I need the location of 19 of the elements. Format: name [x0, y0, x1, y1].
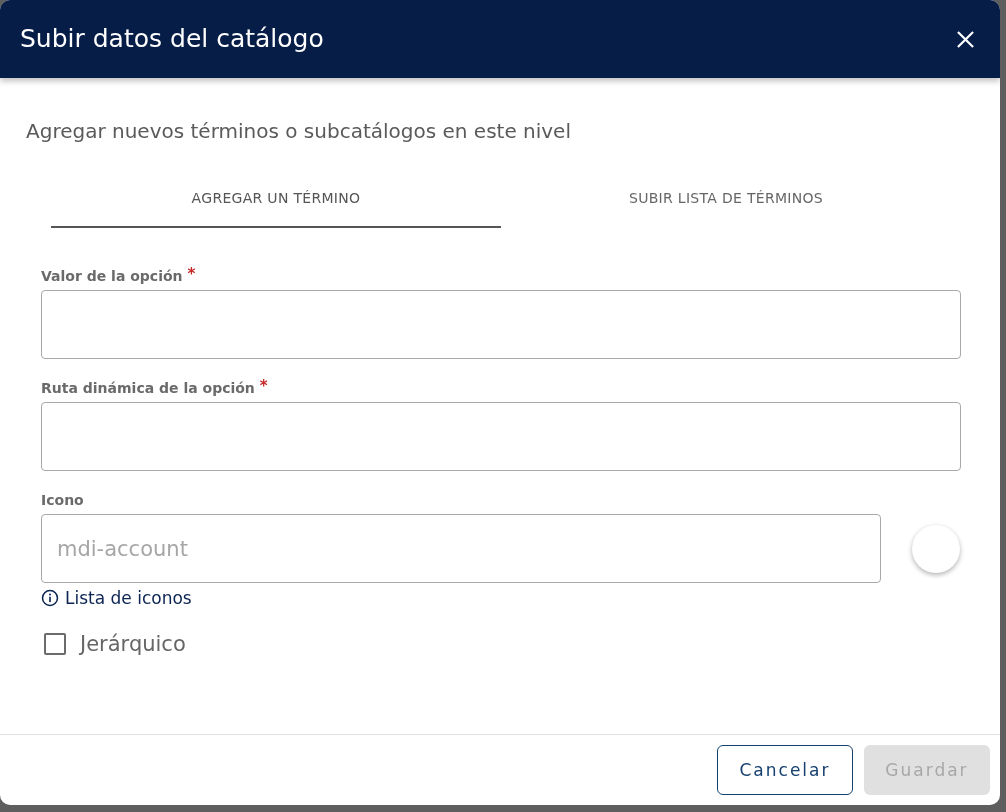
dialog-subtitle: Agregar nuevos términos o subcatálogos en este nivel: [26, 118, 572, 144]
required-mark: *: [187, 265, 196, 283]
icon-list-link[interactable]: Lista de iconos: [65, 588, 192, 608]
info-icon: [41, 589, 59, 607]
field-label: Ruta dinámica de la opción: [41, 380, 255, 396]
checkbox[interactable]: [44, 633, 66, 655]
field-label: Icono: [41, 492, 84, 508]
tab[interactable]: AGREGAR UN TÉRMINO: [51, 170, 501, 228]
input-field[interactable]: mdi-account: [41, 514, 881, 583]
required-mark: *: [259, 377, 268, 395]
cancel-button[interactable]: Cancelar: [717, 745, 853, 795]
icon-preview-button[interactable]: [912, 524, 960, 573]
checkbox-label[interactable]: Jerárquico: [80, 632, 186, 656]
input-field[interactable]: [41, 402, 961, 471]
input-field[interactable]: [41, 290, 961, 359]
tab[interactable]: SUBIR LISTA DE TÉRMINOS: [501, 170, 951, 228]
close-icon[interactable]: [957, 30, 974, 48]
field-label: Valor de la opción: [41, 268, 183, 284]
dialog-title: Subir datos del catálogo: [20, 24, 324, 54]
